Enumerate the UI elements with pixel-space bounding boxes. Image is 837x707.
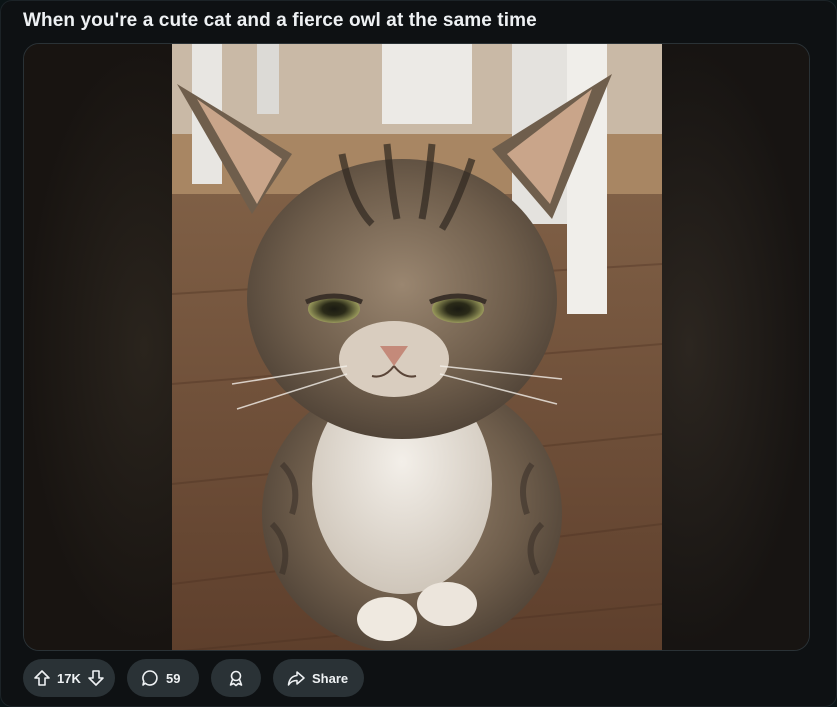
post-card: When you're a cute cat and a fierce owl …: [0, 0, 837, 707]
media-blur-right: [659, 44, 809, 650]
post-title[interactable]: When you're a cute cat and a fierce owl …: [23, 10, 537, 32]
share-button[interactable]: Share: [273, 659, 364, 697]
award-button[interactable]: [211, 659, 261, 697]
share-label: Share: [312, 670, 349, 686]
comments-button[interactable]: 59: [127, 659, 199, 697]
arrow-up-icon[interactable]: [33, 669, 51, 687]
award-icon: [227, 669, 245, 687]
share-arrow-icon: [287, 669, 305, 687]
cat-photo: [172, 44, 662, 650]
comment-count: 59: [166, 670, 181, 686]
post-image[interactable]: [172, 44, 662, 650]
comment-bubble-icon: [141, 669, 159, 687]
post-media[interactable]: [23, 43, 810, 651]
arrow-down-icon[interactable]: [87, 669, 105, 687]
post-actions: 17K 59 Share: [23, 659, 364, 697]
vote-count: 17K: [57, 670, 81, 686]
media-blur-left: [24, 44, 174, 650]
vote-control: 17K: [23, 659, 115, 697]
